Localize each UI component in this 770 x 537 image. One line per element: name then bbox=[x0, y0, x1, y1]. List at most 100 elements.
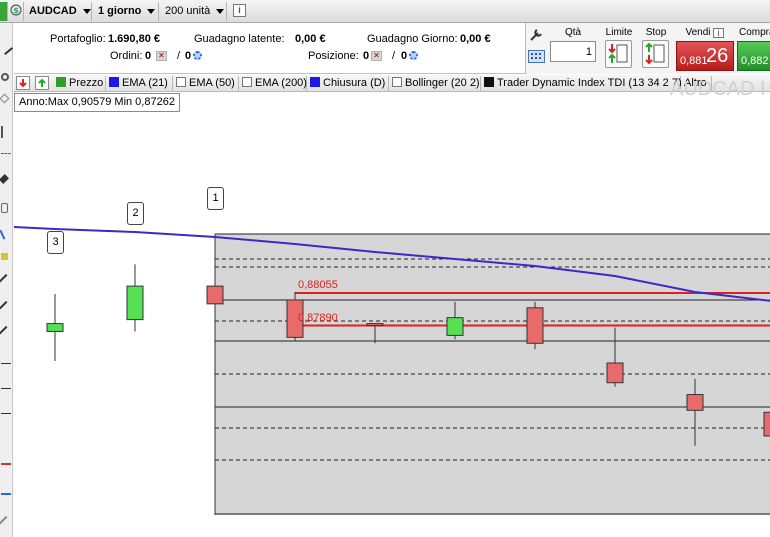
symbol-label: AUDCAD bbox=[29, 5, 77, 17]
price-level-label: 0,88055 bbox=[298, 279, 338, 291]
cursor-icon[interactable] bbox=[0, 226, 13, 240]
arrow-down-button[interactable] bbox=[16, 76, 30, 90]
indicator-swatch bbox=[109, 77, 119, 87]
timeframe-label: 1 giorno bbox=[98, 5, 142, 17]
dollar-icon: $ bbox=[10, 4, 22, 16]
sell-button[interactable]: 0,881 26 bbox=[676, 41, 734, 71]
magnifier-icon[interactable] bbox=[1, 73, 9, 81]
orders-value: 0 bbox=[145, 50, 152, 62]
vertical-line-icon[interactable] bbox=[1, 126, 11, 138]
keypad-icon[interactable] bbox=[528, 50, 545, 63]
ruler-icon[interactable] bbox=[0, 515, 14, 531]
indicator-checkbox[interactable] bbox=[242, 77, 252, 87]
orders-gear-icon[interactable] bbox=[193, 51, 202, 60]
horizontal-ray-icon[interactable] bbox=[1, 153, 11, 155]
quantity-input[interactable] bbox=[550, 41, 596, 62]
day-gain-value: 0,00 € bbox=[460, 33, 491, 45]
diamond-icon[interactable] bbox=[0, 93, 10, 104]
indicator-3[interactable]: EMA (200) bbox=[240, 76, 307, 91]
symbol-dropdown[interactable]: AUDCAD bbox=[26, 2, 92, 21]
indicator-label: EMA (21) bbox=[122, 77, 168, 89]
chevron-down-icon bbox=[216, 8, 225, 14]
units-label: 200 unità bbox=[165, 5, 211, 17]
trash-icon[interactable] bbox=[1, 203, 8, 213]
sell-info-icon[interactable]: i bbox=[713, 28, 724, 38]
indicator-1[interactable]: EMA (21) bbox=[107, 76, 173, 91]
position-value: 0 bbox=[363, 50, 370, 62]
candle-body bbox=[206, 285, 224, 305]
fibonacci-icon[interactable] bbox=[1, 463, 11, 473]
position-gear-icon[interactable] bbox=[409, 51, 418, 60]
info-icon[interactable]: i bbox=[233, 4, 246, 17]
dollar-link-icon[interactable]: $ bbox=[9, 2, 24, 21]
candle-body bbox=[446, 317, 464, 336]
timeframe-dropdown[interactable]: 1 giorno bbox=[95, 2, 159, 21]
sell-price-small: 0,881 bbox=[680, 55, 708, 67]
arrow-up-icon bbox=[38, 78, 46, 87]
indicator-checkbox[interactable] bbox=[392, 77, 402, 87]
orders-label: Ordini: bbox=[110, 50, 143, 62]
day-gain-label: Guadagno Giorno: bbox=[367, 33, 458, 45]
chevron-down-icon bbox=[147, 8, 156, 14]
portfolio-label: Portafoglio: bbox=[50, 33, 106, 45]
indicator-0[interactable]: Prezzo bbox=[54, 76, 106, 91]
pencil-icon[interactable] bbox=[0, 40, 14, 56]
indicator-5[interactable]: Bollinger (20 2) bbox=[390, 76, 481, 91]
stop-order-icon bbox=[645, 42, 665, 65]
indicator-bar: Prezzo EMA (21) EMA (50) EMA (200) Chiusura … bbox=[14, 75, 770, 92]
channel-icon[interactable] bbox=[1, 413, 11, 423]
stop-order-button[interactable] bbox=[642, 40, 669, 68]
arrow-down-icon bbox=[19, 79, 27, 88]
portfolio-value: 1.690,80 € bbox=[108, 33, 160, 45]
trendline-icon[interactable] bbox=[0, 273, 14, 289]
indicator-label: Bollinger (20 2) bbox=[405, 77, 480, 89]
highlighter-icon[interactable] bbox=[1, 253, 8, 260]
parallel-lines-icon[interactable] bbox=[1, 388, 11, 398]
arrow-up-button[interactable] bbox=[35, 76, 49, 90]
buy-button[interactable]: 0,882 bbox=[737, 41, 770, 71]
top-toolbar: $ AUDCAD 1 giorno 200 unità i bbox=[0, 0, 770, 23]
indicator-checkbox[interactable] bbox=[176, 77, 186, 87]
sell-label: Vendi bbox=[685, 27, 711, 38]
indicator-label: Chiusura (D) bbox=[323, 77, 386, 89]
svg-text:$: $ bbox=[13, 6, 19, 15]
trading-platform-window: 0,88055 0,87890 3 2 1 $ AUDCAD 1 giorno 200 … bbox=[0, 0, 770, 537]
limit-label: Limite bbox=[605, 27, 633, 38]
green-status-icon bbox=[0, 2, 8, 21]
indicator-4[interactable]: Chiusura (D) bbox=[308, 76, 389, 91]
fibonacci-fan-icon[interactable] bbox=[1, 493, 11, 503]
qty-label: Qtà bbox=[564, 27, 582, 38]
position-close-icon[interactable]: ✕ bbox=[371, 51, 382, 61]
brush-icon[interactable] bbox=[0, 174, 9, 184]
indicator-label: Trader Dynamic Index TDI (13 34 2 7) bbox=[497, 77, 682, 89]
ray-icon[interactable] bbox=[0, 300, 14, 316]
symbol-watermark: AUDCAD I bbox=[670, 78, 766, 100]
candle-body bbox=[366, 323, 384, 327]
indicator-label: EMA (50) bbox=[189, 77, 235, 89]
position-label: Posizione: bbox=[308, 50, 359, 62]
candle-callout[interactable]: 3 bbox=[47, 231, 64, 254]
stop-label: Stop bbox=[645, 27, 667, 38]
limit-order-button[interactable] bbox=[605, 40, 632, 68]
buy-label: Compra bbox=[739, 27, 770, 38]
position-value-secondary: 0 bbox=[401, 50, 408, 62]
orders-cancel-icon[interactable]: ✕ bbox=[156, 51, 167, 61]
indicator-6[interactable]: Trader Dynamic Index TDI (13 34 2 7) bbox=[482, 76, 682, 91]
candle-callout[interactable]: 2 bbox=[127, 202, 144, 225]
chevron-down-icon bbox=[82, 8, 91, 14]
extended-line-icon[interactable] bbox=[0, 325, 14, 341]
indicator-label: Prezzo bbox=[69, 77, 104, 89]
wrench-icon[interactable] bbox=[528, 28, 545, 43]
indicator-2[interactable]: EMA (50) bbox=[174, 76, 239, 91]
buy-price-small: 0,882 bbox=[741, 55, 769, 67]
candle-body bbox=[526, 307, 544, 344]
latent-gain-label: Guadagno latente: bbox=[194, 33, 285, 45]
candle-body bbox=[126, 285, 144, 321]
candle-callout[interactable]: 1 bbox=[207, 187, 224, 210]
limit-order-icon bbox=[608, 44, 628, 63]
latent-gain-value: 0,00 € bbox=[295, 33, 326, 45]
horizontal-line-icon[interactable] bbox=[1, 363, 11, 373]
order-panel: Qtà Limite Stop Vendi i 0,881 26 Compra … bbox=[525, 23, 770, 74]
units-dropdown[interactable]: 200 unità bbox=[162, 2, 227, 21]
drawing-tools-strip bbox=[0, 23, 14, 537]
